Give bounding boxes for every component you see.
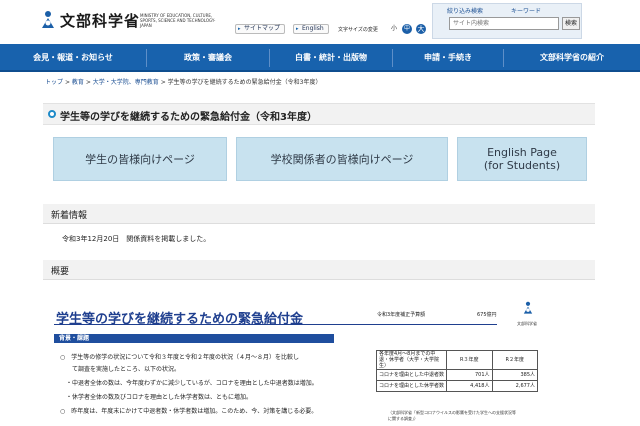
breadcrumb-home[interactable]: トップ <box>45 79 63 86</box>
figure-org-label: 文部科学省 <box>517 321 537 326</box>
site-header: 文部科学省 MINISTRY OF EDUCATION, CULTURE, SP… <box>0 0 640 44</box>
table-header-cell: R２年度 <box>491 350 538 370</box>
breadcrumb-separator: > <box>160 79 166 86</box>
site-search-input[interactable] <box>449 17 559 30</box>
breadcrumb-university[interactable]: 大学・大学院、専門教育 <box>93 79 159 86</box>
table-header-row: 各年度4月〜8月までの中退・休学者（大学・大学院生） R３年度 R２年度 <box>376 350 538 370</box>
circle-bullet-icon <box>48 110 56 118</box>
figure-text-line: ・中退者全体の数は、今年度わずかに減少しているが、コロナを理由とした中退者数は増… <box>60 380 318 387</box>
breadcrumb-separator: > <box>85 79 91 86</box>
students-page-button[interactable]: 学生の皆様向けページ <box>53 137 227 181</box>
table-cell: 385人 <box>491 369 538 381</box>
english-button-line2: (for Students) <box>483 159 561 172</box>
nav-item-press[interactable]: 会見・報道・お知らせ <box>0 44 146 72</box>
nav-item-applications[interactable]: 申請・手続き <box>393 44 503 72</box>
figure-text-line: ・休学者全体の数及びコロナを理由とした休学者数は、ともに増加。 <box>60 394 253 401</box>
table-cell: 4,418人 <box>446 380 493 392</box>
figure-budget-amount: 675億円 <box>477 312 497 318</box>
figure-text-line: ○ 昨年度は、年度末にかけて中退者数・休学者数は増加。このため、今、対策を講じる… <box>60 408 318 415</box>
breadcrumb-education[interactable]: 教育 <box>72 79 84 86</box>
nav-item-about[interactable]: 文部科学省の紹介 <box>504 44 640 72</box>
news-heading: 新着情報 <box>51 211 88 221</box>
font-size-medium-button[interactable]: 中 <box>402 24 412 34</box>
table-cell: コロナを理由とした中退者数 <box>376 369 447 381</box>
page: 文部科学省 MINISTRY OF EDUCATION, CULTURE, SP… <box>0 0 640 426</box>
search-button[interactable]: 検索 <box>562 17 580 30</box>
keyword-link[interactable]: キーワード <box>511 6 541 15</box>
english-link[interactable]: English <box>293 24 329 34</box>
table-cell: 701人 <box>446 369 493 381</box>
nav-item-publications[interactable]: 白書・統計・出版物 <box>270 44 392 72</box>
table-cell: 2,677人 <box>491 380 538 392</box>
nav-item-policy[interactable]: 政策・審議会 <box>147 44 269 72</box>
overview-heading: 概要 <box>51 267 70 277</box>
figure-divider <box>54 324 497 325</box>
figure-budget-label: 令和3年度補正予算額 <box>377 312 426 318</box>
site-logo-subtitle: MINISTRY OF EDUCATION, CULTURE, SPORTS, … <box>140 13 216 28</box>
news-heading-bar: 新着情報 <box>43 204 595 224</box>
breadcrumb-current: 学生等の学びを継続するための緊急給付金（令和3年度） <box>167 79 322 86</box>
figure-text-line: ○ 学生等の修学の状況について令和３年度と令和２年度の状況（４月～８月）を比較し <box>60 354 300 361</box>
english-button-line1: English Page <box>487 146 557 159</box>
table-source-note: （文部科学省「新型コロナウイルスの影響を受けた学生への支援状況等に関する調査」） <box>388 410 516 421</box>
page-title-bar: 学生等の学びを継続するための緊急給付金（令和3年度） <box>43 103 595 125</box>
figure-background-tag: 背景・課題 <box>54 334 334 343</box>
breadcrumb-separator: > <box>64 79 70 86</box>
mext-mark-icon <box>523 301 533 314</box>
mext-logo-icon[interactable] <box>40 10 56 30</box>
refine-search-link[interactable]: 絞り込み検索 <box>447 6 483 15</box>
font-size-large-button[interactable]: 大 <box>416 24 426 34</box>
table-cell: コロナを理由とした休学者数 <box>376 380 447 392</box>
site-logo-text[interactable]: 文部科学省 <box>60 10 140 31</box>
table-row: コロナを理由とした休学者数 4,418人 2,677人 <box>376 380 538 392</box>
english-page-button[interactable]: English Page (for Students) <box>457 137 587 181</box>
schools-page-button[interactable]: 学校関係者の皆様向けページ <box>236 137 448 181</box>
breadcrumb: トップ > 教育 > 大学・大学院、専門教育 > 学生等の学びを継続するための緊… <box>45 77 322 86</box>
global-nav: 会見・報道・お知らせ 政策・審議会 白書・統計・出版物 申請・手続き 文部科学省… <box>0 44 640 72</box>
table-header-cell: R３年度 <box>446 350 493 370</box>
sitemap-link[interactable]: サイトマップ <box>235 24 286 34</box>
font-size-label: 文字サイズの変更 <box>338 27 378 33</box>
font-size-small-button[interactable]: 小 <box>389 24 399 34</box>
table-header-cell: 各年度4月〜8月までの中退・休学者（大学・大学院生） <box>376 350 447 370</box>
page-title: 学生等の学びを継続するための緊急給付金（令和3年度） <box>60 112 317 123</box>
dropout-table: 各年度4月〜8月までの中退・休学者（大学・大学院生） R３年度 R２年度 コロナ… <box>376 350 538 392</box>
overview-heading-bar: 概要 <box>43 260 595 280</box>
figure-text-line: て調査を実施したところ、以下の状況。 <box>60 366 181 373</box>
table-row: コロナを理由とした中退者数 701人 385人 <box>376 369 538 381</box>
news-entry: 令和3年12月20日 関係資料を掲載しました。 <box>62 235 211 243</box>
